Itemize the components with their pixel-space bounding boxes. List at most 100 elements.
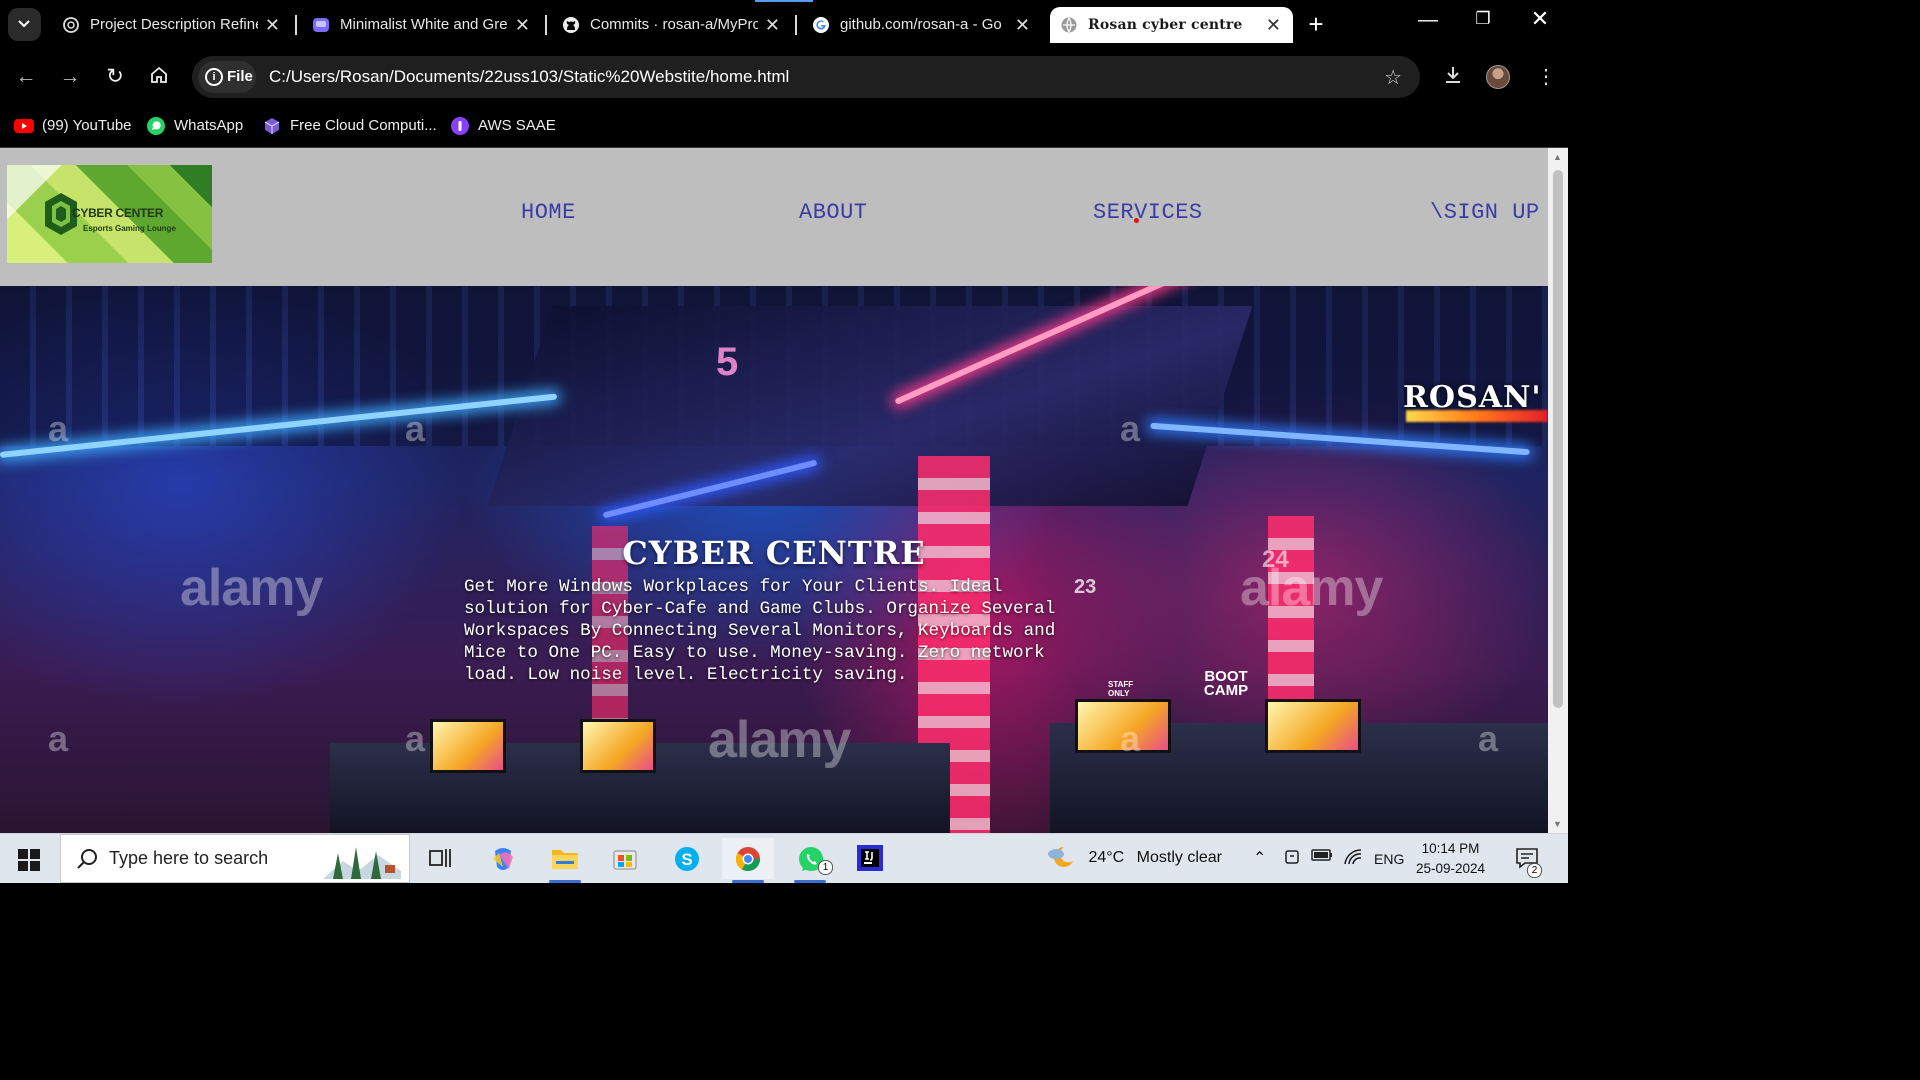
nav-about[interactable]: ABOUT [799,200,868,225]
close-tab-icon[interactable]: ✕ [765,7,780,43]
tab-title: Minimalist White and Gre [340,16,508,33]
tab-loading-indicator [755,0,813,2]
youtube-icon [14,119,34,134]
sign-number: 5 [716,340,739,384]
wifi-glyph-icon [1344,849,1362,865]
bookmark-star-icon[interactable]: ☆ [1384,65,1402,90]
tab-project-description[interactable]: Project Description Refine ✕ [52,7,292,43]
whatsapp-icon [147,117,165,136]
marquee-banner-text: ROSAN' [1403,380,1542,415]
tab-search-button[interactable] [8,8,41,41]
scroll-up-icon[interactable]: ▲ [1553,152,1562,162]
taskbar-search-box[interactable]: Type here to search [60,834,410,883]
hero-title: CYBER CENTRE [622,534,926,572]
home-glyph-icon [151,66,167,83]
close-window-icon[interactable]: ✕ [1520,6,1560,32]
input-language[interactable]: ENG [1374,851,1404,867]
kebab-menu-icon[interactable]: ⋮ [1536,64,1556,89]
taskbar-clock[interactable]: 10:14 PM 25-09-2024 [1416,839,1485,879]
tab-commits[interactable]: Commits · rosan-a/MyPro ✕ [552,7,792,43]
page-scrollbar[interactable]: ▲ ▼ [1548,148,1568,833]
device-icon[interactable] [1284,848,1300,871]
notification-center-button[interactable]: 2 [1515,847,1542,878]
tab-separator [295,15,297,35]
taskbar-intellij[interactable] [845,838,897,879]
close-tab-icon[interactable]: ✕ [1266,7,1281,43]
moon-cloud-icon [1048,846,1073,867]
address-bar[interactable]: i File C:/Users/Rosan/Documents/22uss103… [192,56,1420,98]
weather-widget[interactable]: 24°C Mostly clear [1046,844,1222,872]
taskbar-copilot[interactable] [477,838,529,879]
show-hidden-icons-chevron-icon[interactable]: ⌃ [1253,848,1266,868]
image-watermark: a [48,718,69,759]
image-watermark: a [405,408,426,449]
nav-sign-up[interactable]: \SIGN UP [1430,200,1540,225]
taskbar-file-explorer[interactable] [539,838,591,883]
task-view-icon [429,849,451,867]
page-viewport: CYBER CENTER Esports Gaming Lounge HOME … [0,148,1568,833]
back-icon[interactable]: ← [14,65,38,89]
tab-github-google[interactable]: github.com/rosan-a - Go ✕ [802,7,1042,43]
weather-condition: Mostly clear [1136,849,1223,867]
nav-services[interactable]: SERVICES [1093,200,1203,225]
tab-separator [795,15,797,35]
nav-home[interactable]: HOME [521,200,576,225]
tab-strip: Project Description Refine ✕ Minimalist … [0,0,1568,49]
image-watermark: a [1120,718,1141,759]
windows-start-icon[interactable] [18,849,40,871]
mouse-cursor-marker [1134,218,1139,223]
tab-title: Project Description Refine [90,16,258,33]
chevron-down-icon [18,20,30,28]
minimize-icon[interactable]: — [1408,9,1448,32]
bookmark-whatsapp[interactable]: WhatsApp [146,113,243,139]
close-tab-icon[interactable]: ✕ [515,7,530,43]
battery-icon[interactable] [1311,848,1333,867]
skype-icon: S [675,847,699,871]
tab-rosan-cyber-centre[interactable]: Rosan cyber centre ✕ [1050,7,1293,43]
close-tab-icon[interactable]: ✕ [265,7,280,43]
bookmark-aws-saae[interactable]: AWS SAAE [450,113,556,139]
profile-avatar[interactable] [1486,65,1510,89]
tab-minimalist[interactable]: Minimalist White and Gre ✕ [302,7,542,43]
copilot-icon [493,848,513,870]
forward-icon[interactable]: → [58,65,82,89]
taskbar-skype[interactable]: S [661,838,713,879]
weather-temp: 24°C [1088,849,1125,867]
scheme-label: File [227,68,253,85]
scroll-down-icon[interactable]: ▼ [1553,819,1562,829]
new-tab-button[interactable]: + [1300,10,1332,40]
taskbar-microsoft-store[interactable] [600,838,652,879]
wifi-icon[interactable] [1343,848,1363,871]
home-icon[interactable] [147,65,171,89]
intellij-icon [857,845,883,871]
github-icon [563,17,579,33]
url-text[interactable]: C:/Users/Rosan/Documents/22uss103/Static… [269,56,789,98]
site-logo[interactable]: CYBER CENTER Esports Gaming Lounge [7,165,212,263]
aws-icon [451,117,469,136]
taskbar-task-view[interactable] [415,838,467,879]
close-tab-icon[interactable]: ✕ [1015,7,1030,43]
bookmark-free-cloud[interactable]: Free Cloud Computi... [262,113,437,139]
boot-camp-sign: BOOT CAMP [1203,668,1249,699]
image-watermark: alamy [708,711,851,769]
monitor [1265,699,1361,753]
tab-separator [545,15,547,35]
logo-title: CYBER CENTER [72,206,164,220]
site-info-chip[interactable]: i File [198,61,256,93]
bookmark-youtube[interactable]: (99) YouTube [14,113,132,139]
logo-subtitle: Esports Gaming Lounge [83,224,176,233]
taskbar-whatsapp[interactable]: 1 [784,838,836,883]
taskbar-chrome[interactable] [722,838,774,883]
scrollbar-thumb[interactable] [1553,170,1563,708]
canva-icon [313,18,329,32]
tab-title: Rosan cyber centre [1088,17,1243,33]
download-icon[interactable] [1442,64,1464,92]
staff-only-sign: STAFF ONLY [1108,680,1134,698]
bookmarks-bar: (99) YouTube WhatsApp Free Cloud Computi… [0,105,1568,148]
restore-icon[interactable]: ❐ [1463,9,1503,29]
reload-icon[interactable]: ↻ [103,65,127,89]
search-placeholder: Type here to search [109,848,269,868]
windows-taskbar: Type here to search S 1 24°C Mostly clea… [0,833,1568,883]
hero-description: Get More Windows Workplaces for Your Cli… [464,577,1056,685]
image-watermark: a [1478,718,1499,759]
